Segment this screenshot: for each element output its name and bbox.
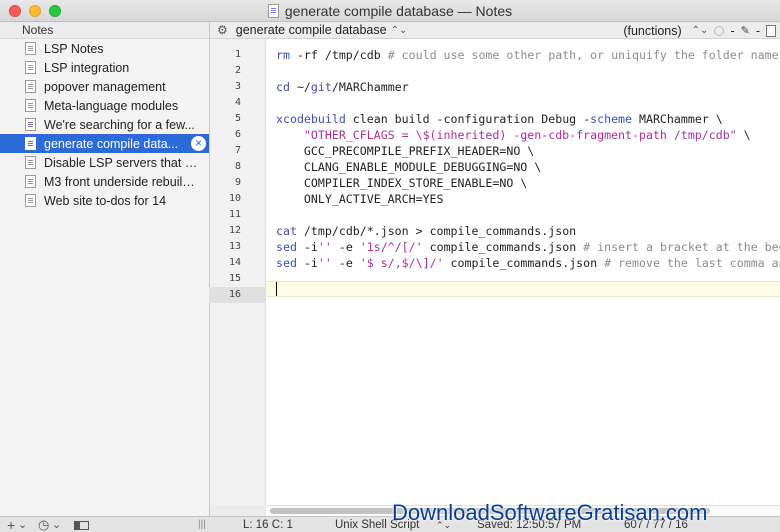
note-item-meta-language[interactable]: Meta-language modules — [0, 96, 209, 115]
chevron-down-icon: ⌄ — [52, 519, 62, 531]
line-number: 2 — [234, 65, 241, 76]
watermark-text: DownloadSoftwareGratisan.com — [392, 500, 708, 525]
document-icon — [25, 175, 36, 188]
sidebar-header: Notes — [0, 22, 209, 39]
note-label: LSP Notes — [44, 41, 104, 56]
chevron-updown-icon: ⌃⌄ — [691, 25, 709, 36]
marker-icon[interactable]: ✎ — [741, 24, 750, 37]
chevron-down-icon: ⌄ — [18, 519, 28, 531]
line-number: 14 — [228, 257, 241, 268]
note-item-web-site-todos[interactable]: Web site to-dos for 14 — [0, 191, 209, 210]
line-number: 7 — [234, 145, 241, 156]
document-icon[interactable] — [766, 24, 776, 37]
note-item-lsp-integration[interactable]: LSP integration — [0, 58, 209, 77]
note-label: M3 front underside rebuild... — [44, 174, 199, 189]
editor-navigation-bar: ⚙ generate compile database ⌃⌄ (function… — [210, 22, 780, 39]
note-label: LSP integration — [44, 60, 130, 75]
line-number: 16 — [209, 287, 265, 303]
cursor-position[interactable]: L: 16 C: 1 — [243, 517, 293, 532]
line-number: 6 — [234, 129, 241, 140]
gear-icon[interactable]: ⚙ — [217, 23, 228, 37]
note-item-searching[interactable]: We're searching for a few... — [0, 115, 209, 134]
document-proxy-icon[interactable] — [267, 4, 279, 18]
note-label: Web site to-dos for 14 — [44, 193, 167, 208]
split-drag-handle[interactable]: ||| — [198, 517, 206, 532]
document-icon — [25, 156, 36, 169]
line-number: 11 — [228, 209, 241, 220]
code-line-6: "OTHER_CFLAGS = \$(inherited) -gen-cdb-f… — [303, 128, 751, 142]
window-title: generate compile database — Notes — [284, 3, 513, 19]
code-line-7: GCC_PRECOMPILE_PREFIX_HEADER=NO \ — [276, 144, 535, 158]
code-line-13: sed -i'' -e '1s/^/[/' compile_commands.j… — [276, 240, 780, 254]
line-number: 15 — [228, 273, 241, 284]
line-number: 3 — [234, 81, 241, 92]
code-line-3: cd ~/git/MARChammer — [276, 80, 409, 94]
document-icon — [25, 42, 36, 55]
code-line-12: cat /tmp/cdb/*.json > compile_commands.j… — [276, 224, 577, 238]
minus-label: - — [755, 23, 760, 38]
document-icon — [25, 80, 36, 93]
current-line-highlight — [266, 281, 780, 297]
note-label: We're searching for a few... — [44, 117, 195, 132]
clock-icon[interactable]: ◷ — [38, 517, 49, 532]
line-number: 5 — [234, 113, 241, 124]
line-number: 9 — [234, 177, 241, 188]
note-item-generate-compile-database[interactable]: generate compile data... × — [0, 134, 209, 153]
code-line-5: xcodebuild clean build -configuration De… — [276, 112, 723, 126]
add-icon[interactable]: + — [7, 517, 15, 532]
line-number: 10 — [228, 193, 241, 204]
note-item-disable-lsp[interactable]: Disable LSP servers that cr... — [0, 153, 209, 172]
code-line-14: sed -i'' -e '$ s/,$/\]/' compile_command… — [276, 256, 780, 270]
sidebar-toggle-icon[interactable] — [74, 521, 89, 530]
line-number: 1 — [234, 49, 241, 60]
document-icon — [25, 137, 36, 150]
code-line-10: ONLY_ACTIVE_ARCH=YES — [276, 192, 444, 206]
note-label: Meta-language modules — [44, 98, 179, 113]
note-label: popover management — [44, 79, 166, 94]
text-caret — [276, 282, 277, 296]
line-number: 13 — [228, 241, 241, 252]
line-number-gutter: 1 2 3 4 5 6 7 8 9 10 11 12 13 14 15 16 — [209, 39, 266, 505]
chevron-updown-icon: ⌃⌄ — [390, 24, 408, 36]
minus-label: - — [730, 23, 735, 38]
functions-popup[interactable]: (functions) — [623, 24, 681, 38]
title-bar: generate compile database — Notes — [0, 0, 780, 22]
note-label: generate compile data... — [44, 136, 179, 151]
document-icon — [25, 194, 36, 207]
code-line-1: rm -rf /tmp/cdb # could use some other p… — [276, 48, 780, 62]
document-icon — [25, 61, 36, 74]
note-item-popover-management[interactable]: popover management — [0, 77, 209, 96]
document-icon — [25, 118, 36, 131]
toolbar-right-group: (functions) ⌃⌄ - ✎ - — [623, 22, 780, 39]
note-label: Disable LSP servers that cr... — [44, 155, 199, 170]
document-popup[interactable]: generate compile database — [236, 23, 387, 37]
line-number: 8 — [234, 161, 241, 172]
notes-sidebar: Notes LSP Notes LSP integration popover … — [0, 22, 210, 516]
document-icon — [25, 99, 36, 112]
line-number: 4 — [234, 97, 241, 108]
window-title-group: generate compile database — Notes — [0, 0, 780, 22]
code-line-9: COMPILER_INDEX_STORE_ENABLE=NO \ — [276, 176, 528, 190]
line-number: 12 — [228, 225, 241, 236]
code-line-8: CLANG_ENABLE_MODULE_DEBUGGING=NO \ — [276, 160, 542, 174]
code-editor[interactable]: rm -rf /tmp/cdb # could use some other p… — [266, 39, 780, 505]
note-item-m3-front[interactable]: M3 front underside rebuild... — [0, 172, 209, 191]
bookmark-circle-icon[interactable] — [714, 25, 725, 36]
note-item-lsp-notes[interactable]: LSP Notes — [0, 39, 209, 58]
notes-list: LSP Notes LSP integration popover manage… — [0, 39, 209, 210]
